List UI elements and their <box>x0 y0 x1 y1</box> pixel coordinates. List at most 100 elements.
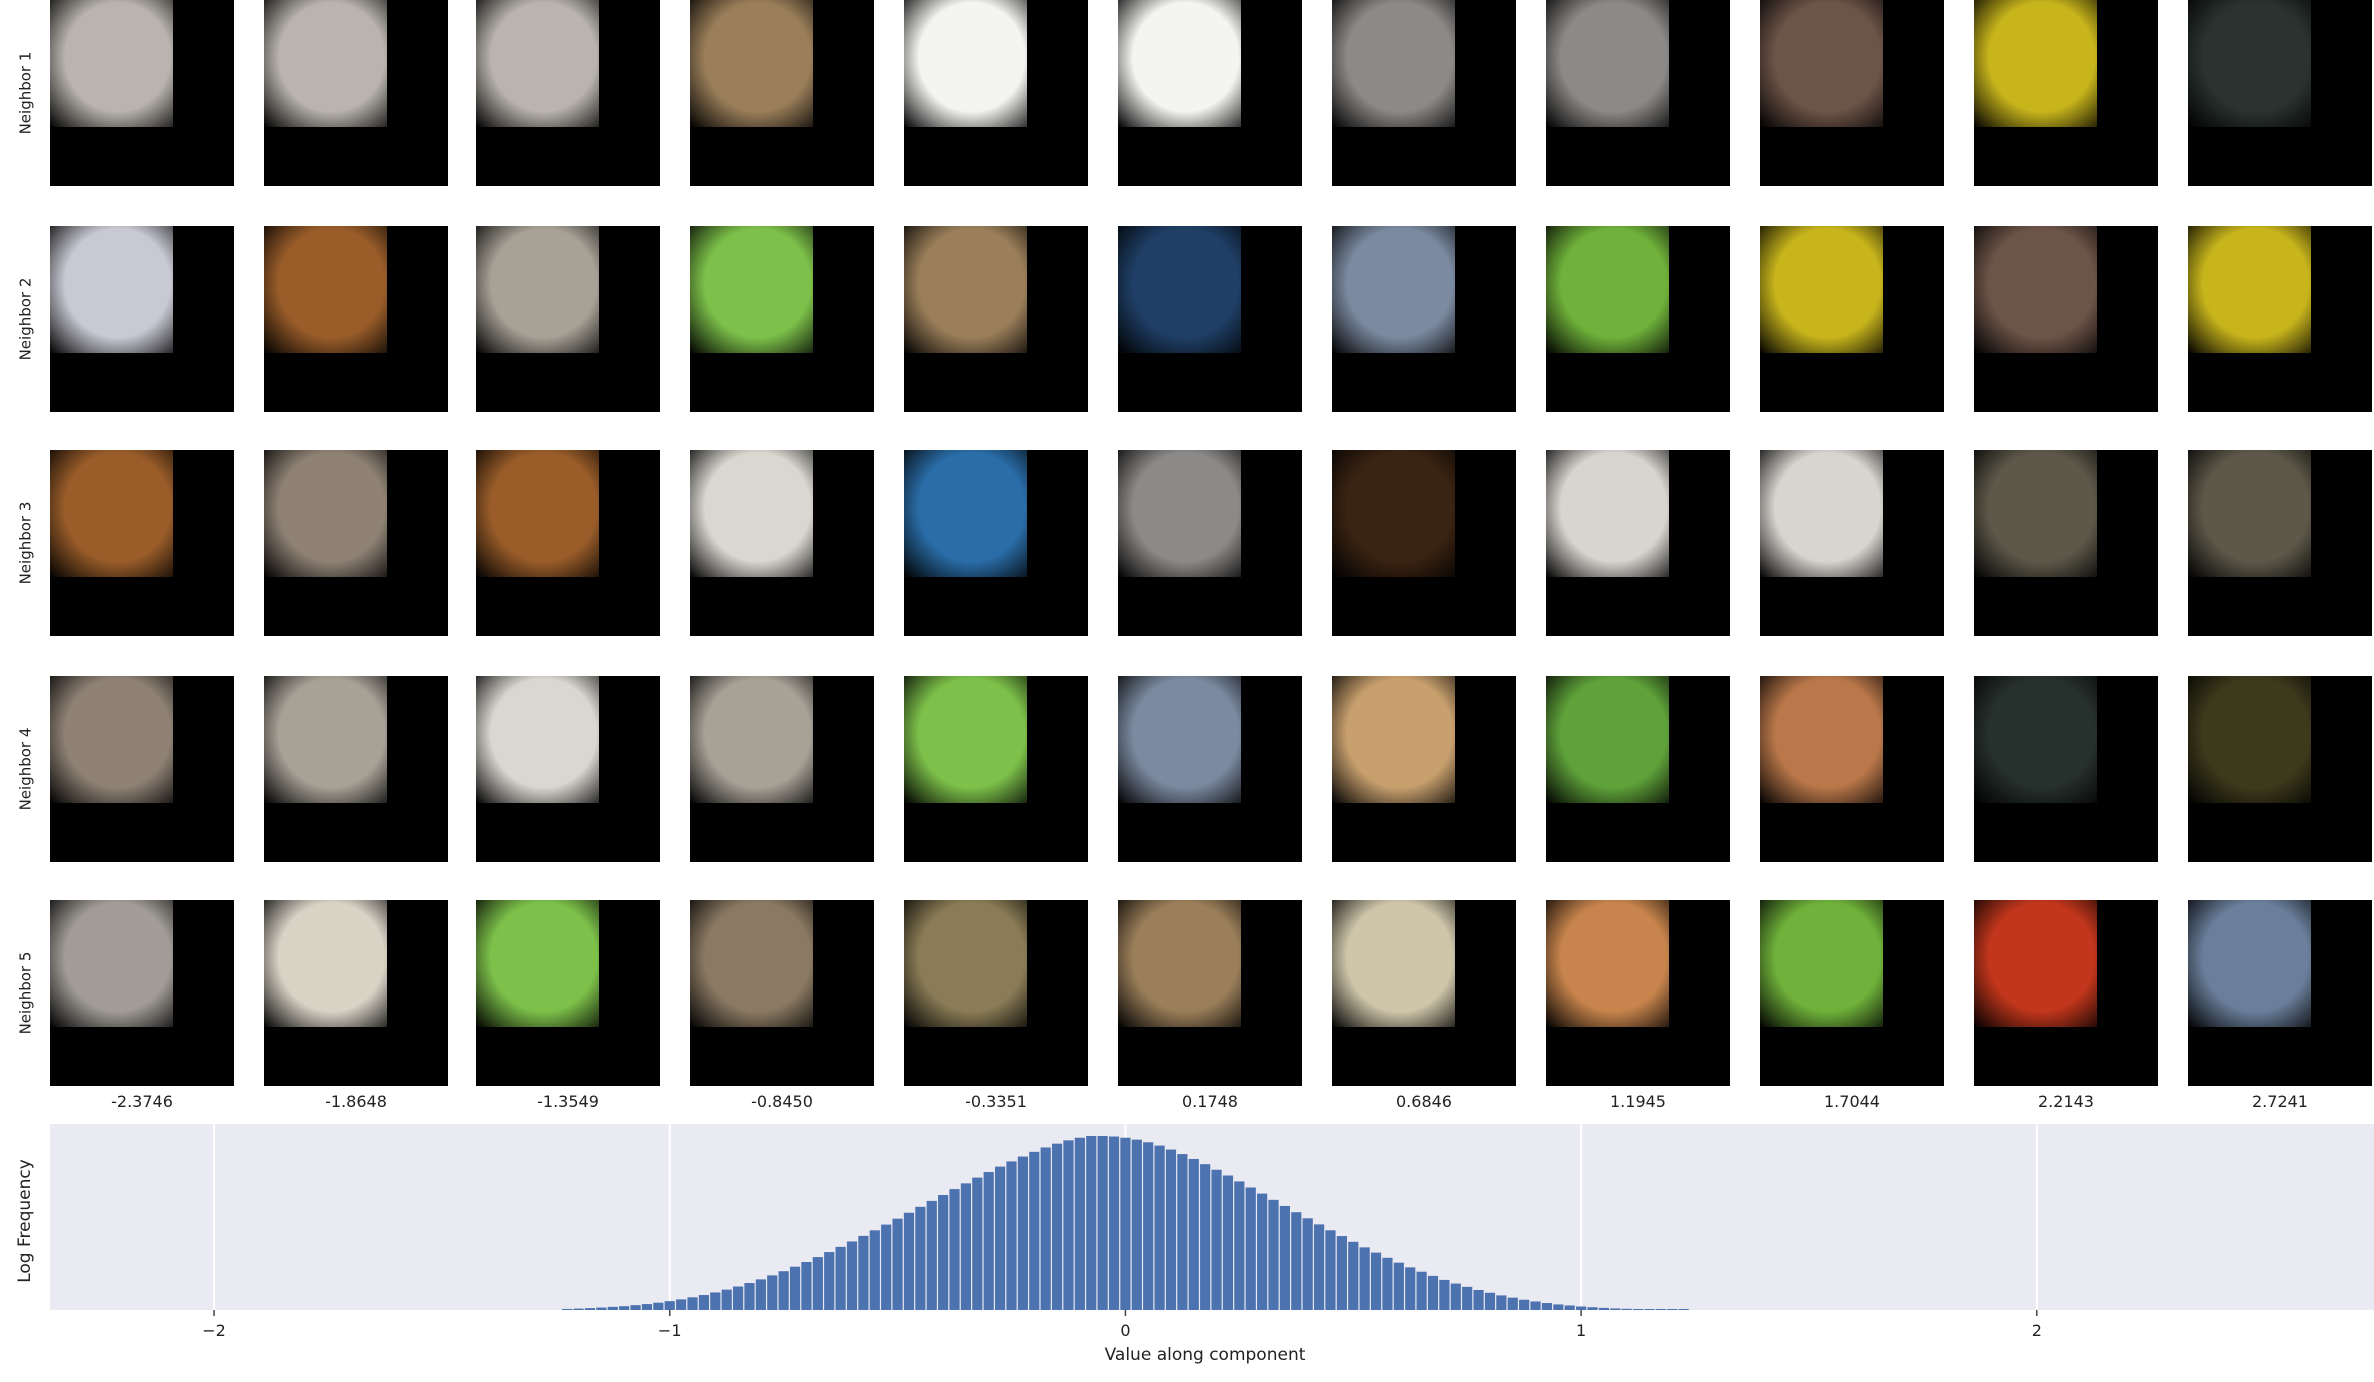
histogram-bar <box>972 1177 983 1310</box>
neighbor-image-cell <box>690 226 874 412</box>
neighbor-image-cell <box>1760 450 1944 636</box>
neighbor-image-cell <box>476 0 660 186</box>
histogram-bar <box>1211 1169 1222 1310</box>
column-value-label: -1.8648 <box>325 1092 387 1111</box>
histogram-bar <box>1553 1304 1564 1310</box>
column-value-label: 2.7241 <box>2252 1092 2308 1111</box>
image-patch <box>476 676 599 803</box>
histogram-bar <box>698 1295 710 1310</box>
neighbor-image-cell <box>1332 450 1516 636</box>
neighbor-image-cell <box>2188 676 2372 862</box>
histogram-bar <box>1359 1247 1370 1310</box>
neighbor-image-cell <box>2188 900 2372 1086</box>
image-patch <box>1332 450 1455 577</box>
histogram-bar <box>619 1306 630 1310</box>
histogram-bar <box>926 1200 937 1310</box>
column-value-label: 1.7044 <box>1824 1092 1880 1111</box>
image-patch <box>1760 900 1883 1027</box>
neighbor-image-cell <box>1332 900 1516 1086</box>
histogram-bar <box>1177 1154 1188 1310</box>
histogram-bar <box>1632 1309 1644 1310</box>
image-patch <box>264 0 387 127</box>
neighbor-image-cell <box>1760 900 1944 1086</box>
histogram-bar <box>881 1224 892 1310</box>
neighbor-image-cell <box>1760 226 1944 412</box>
histogram-bar <box>1667 1309 1678 1310</box>
histogram-bar <box>1427 1275 1439 1310</box>
image-patch <box>690 676 813 803</box>
histogram-bar <box>960 1183 972 1310</box>
neighbor-image-cell <box>50 450 234 636</box>
histogram-bar <box>1268 1199 1279 1310</box>
histogram-bar <box>1279 1205 1291 1310</box>
histogram-bar <box>995 1166 1006 1310</box>
histogram-bar <box>1074 1137 1085 1310</box>
histogram-bar <box>858 1235 869 1310</box>
histogram-bar <box>732 1286 744 1310</box>
column-value-label: 2.2143 <box>2038 1092 2094 1111</box>
histogram-bar <box>1222 1175 1234 1310</box>
histogram-bar <box>1234 1181 1245 1310</box>
column-value-label: 0.1748 <box>1182 1092 1238 1111</box>
histogram-bar <box>596 1307 607 1310</box>
image-patch <box>1546 900 1669 1027</box>
histogram-bar <box>1576 1306 1587 1310</box>
histogram-bar <box>892 1218 903 1310</box>
neighbor-image-cell <box>1118 900 1302 1086</box>
neighbor-image-cell <box>904 676 1088 862</box>
histogram-panel: −2 −1 0 1 2 Value along component Log Frequenc… <box>0 1120 2374 1382</box>
histogram-bar <box>1154 1145 1165 1310</box>
histogram-bar <box>1644 1309 1655 1310</box>
histogram-bar <box>1496 1295 1507 1310</box>
neighbor-image-cell <box>476 450 660 636</box>
row-label-text: Neighbor 3 <box>16 501 35 585</box>
neighbor-image-cell <box>1760 0 1944 186</box>
neighbor-image-cell <box>1974 900 2158 1086</box>
x-tick-label: 1 <box>1576 1321 1586 1340</box>
histogram-bar <box>1473 1289 1484 1310</box>
image-patch <box>2188 0 2311 127</box>
image-patch <box>1760 676 1883 803</box>
histogram-bar <box>1029 1151 1040 1310</box>
histogram-bar <box>573 1308 584 1310</box>
histogram-bar <box>1678 1309 1689 1310</box>
row-label: Neighbor 3 <box>10 450 40 636</box>
histogram-bar <box>1097 1136 1108 1310</box>
histogram-bar <box>744 1283 755 1310</box>
histogram-bar <box>687 1297 698 1310</box>
histogram-bar <box>1325 1230 1336 1310</box>
histogram-bar <box>1598 1307 1609 1310</box>
image-patch <box>1760 450 1883 577</box>
neighbor-image-cell <box>2188 450 2372 636</box>
histogram-bar <box>1439 1279 1450 1310</box>
histogram-bar <box>915 1206 926 1310</box>
image-patch <box>50 450 173 577</box>
neighbor-image-cell <box>50 226 234 412</box>
image-patch <box>904 226 1027 353</box>
histogram-bar <box>1108 1136 1120 1310</box>
neighbor-image-cell <box>1118 0 1302 186</box>
image-patch <box>1118 0 1241 127</box>
histogram-bar <box>903 1212 915 1310</box>
image-patch <box>2188 676 2311 803</box>
histogram-bar <box>1405 1267 1416 1310</box>
histogram-bar <box>1416 1271 1427 1310</box>
image-patch <box>1118 226 1241 353</box>
neighbor-image-cell <box>1546 226 1730 412</box>
histogram-bar <box>1507 1297 1518 1310</box>
neighbor-image-cell <box>904 226 1088 412</box>
neighbor-image-cell <box>2188 226 2372 412</box>
image-patch <box>1546 450 1669 577</box>
histogram-bar <box>630 1305 641 1310</box>
histogram-bar <box>1382 1257 1393 1310</box>
histogram-bar <box>1040 1147 1051 1310</box>
neighbor-image-cell <box>50 0 234 186</box>
row-label-text: Neighbor 1 <box>16 51 35 135</box>
histogram-bar <box>1610 1308 1621 1310</box>
image-patch <box>1974 450 2097 577</box>
histogram-bar <box>1348 1241 1359 1310</box>
neighbor-image-cell <box>1118 676 1302 862</box>
histogram-bar <box>607 1306 618 1310</box>
histogram-bar <box>824 1252 835 1310</box>
image-patch <box>1332 0 1455 127</box>
